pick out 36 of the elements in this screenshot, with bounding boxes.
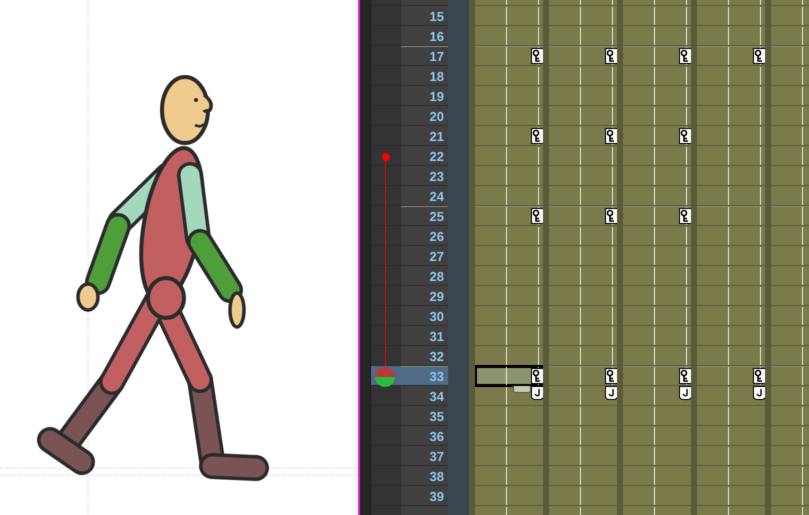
xsheet-cell[interactable] <box>549 46 617 66</box>
xsheet-column[interactable] <box>691 0 765 515</box>
key-icon[interactable] <box>679 128 691 144</box>
key-icon[interactable] <box>679 48 691 64</box>
xsheet-cell[interactable] <box>475 386 543 406</box>
xsheet-cell[interactable] <box>549 206 617 226</box>
key-icon[interactable] <box>753 368 765 384</box>
key-icon[interactable] <box>531 208 543 224</box>
xsheet-column[interactable] <box>543 0 617 515</box>
xsheet-column[interactable] <box>617 0 691 515</box>
xsheet-cell[interactable] <box>475 206 543 226</box>
cycle-icon[interactable] <box>605 386 617 400</box>
key-icon[interactable] <box>753 48 765 64</box>
xsheet-cell[interactable] <box>697 46 765 66</box>
cycle-icon[interactable] <box>753 386 765 400</box>
drag-handle[interactable] <box>513 386 531 393</box>
current-frame-marker[interactable] <box>375 367 395 387</box>
onion-skin-marker[interactable] <box>382 153 390 161</box>
xsheet-cell[interactable] <box>623 206 691 226</box>
onion-skin-column[interactable] <box>371 0 401 515</box>
key-icon[interactable] <box>679 208 691 224</box>
frame-number: 33 <box>401 366 448 386</box>
xsheet-cell[interactable] <box>623 46 691 66</box>
key-icon[interactable] <box>531 48 543 64</box>
key-icon[interactable] <box>605 208 617 224</box>
key-icon[interactable] <box>531 128 543 144</box>
cycle-icon[interactable] <box>679 386 691 400</box>
key-icon[interactable] <box>531 368 543 384</box>
xsheet-cell[interactable] <box>475 46 543 66</box>
key-icon[interactable] <box>605 48 617 64</box>
key-icon[interactable] <box>679 368 691 384</box>
key-icon[interactable] <box>605 128 617 144</box>
selected-cell[interactable] <box>475 366 543 386</box>
key-icon[interactable] <box>605 368 617 384</box>
xsheet-column[interactable] <box>469 0 543 515</box>
cycle-icon[interactable] <box>531 386 543 400</box>
